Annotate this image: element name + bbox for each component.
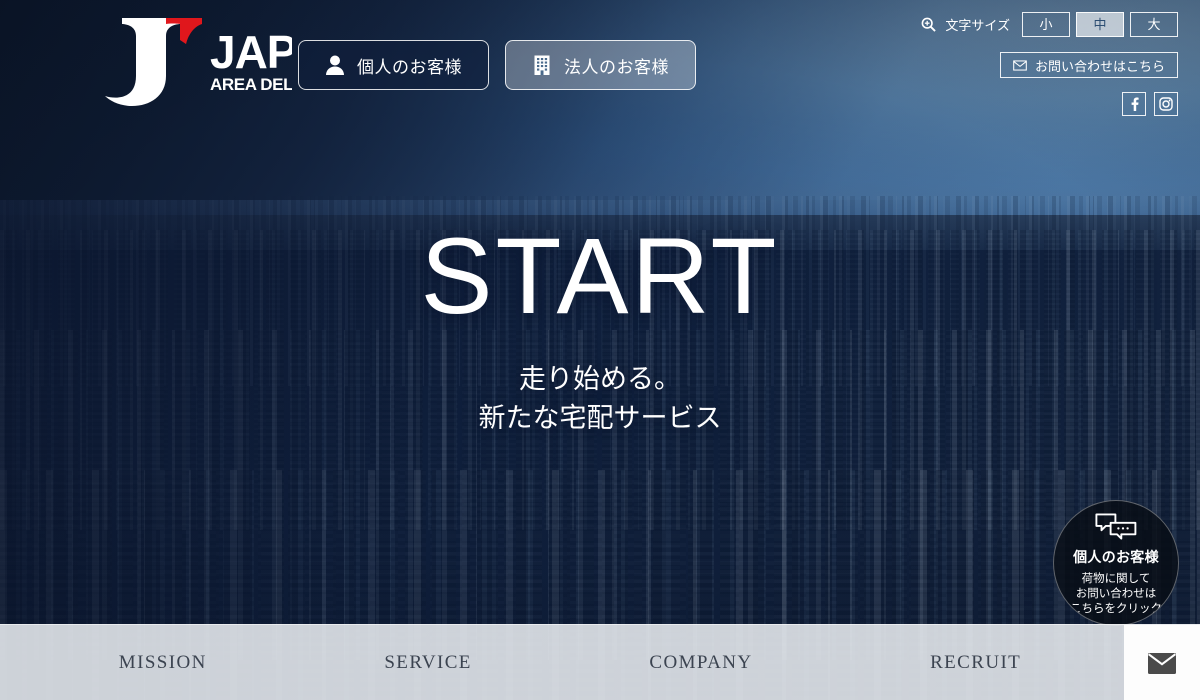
bottom-navigation: MISSION SERVICE COMPANY RECRUIT <box>0 624 1200 700</box>
envelope-icon <box>1013 59 1027 71</box>
individual-customer-label: 個人のお客様 <box>357 57 462 77</box>
nav-item-recruit[interactable]: RECRUIT <box>930 652 1021 674</box>
site-header: JAPAN AREA DELIVERY 個人のお客様 <box>0 0 1200 140</box>
hero-subtitle-line1: 走り始める。 <box>519 363 681 394</box>
font-size-control: 文字サイズ 小 中 大 <box>921 12 1178 37</box>
hero-subtitle: 走り始める。 新たな宅配サービス <box>479 360 722 438</box>
badge-line1: 荷物に関して <box>1081 573 1151 585</box>
font-size-label: 文字サイズ <box>945 18 1010 33</box>
svg-text:AREA DELIVERY: AREA DELIVERY <box>210 75 292 94</box>
font-size-small-button[interactable]: 小 <box>1022 12 1070 37</box>
building-icon <box>534 55 550 75</box>
envelope-icon <box>1148 652 1176 674</box>
instagram-icon <box>1159 97 1173 111</box>
contact-button[interactable]: お問い合わせはこちら <box>999 52 1178 78</box>
corporate-customer-button[interactable]: 法人のお客様 <box>505 40 696 90</box>
bottom-mail-button[interactable] <box>1124 625 1200 700</box>
hero-subtitle-line2: 新たな宅配サービス <box>478 403 722 433</box>
svg-text:JAPAN: JAPAN <box>210 26 292 78</box>
logo-mark-icon: JAPAN AREA DELIVERY <box>105 18 292 106</box>
bottom-nav-items: MISSION SERVICE COMPANY RECRUIT <box>0 625 1110 700</box>
corporate-customer-label: 法人のお客様 <box>564 57 669 77</box>
contact-button-label: お問い合わせはこちら <box>1034 58 1165 74</box>
site-logo[interactable]: JAPAN AREA DELIVERY <box>62 10 292 110</box>
instagram-link[interactable] <box>1154 92 1178 116</box>
nav-item-mission[interactable]: MISSION <box>119 652 207 674</box>
person-icon <box>326 55 344 75</box>
individual-inquiry-badge[interactable]: 個人のお客様 荷物に関して お問い合わせは こちらをクリック <box>1053 500 1179 626</box>
badge-line3: こちらをクリック <box>1070 603 1162 616</box>
hero-title: START <box>420 214 780 336</box>
individual-customer-button[interactable]: 個人のお客様 <box>298 40 489 90</box>
font-size-medium-button[interactable]: 中 <box>1076 12 1124 37</box>
font-size-large-button[interactable]: 大 <box>1130 12 1178 37</box>
customer-type-buttons: 個人のお客様 法人のお客様 <box>298 40 696 90</box>
social-links <box>1122 92 1178 116</box>
facebook-link[interactable] <box>1122 92 1146 116</box>
badge-title: 個人のお客様 <box>1073 549 1159 565</box>
facebook-icon <box>1131 97 1139 111</box>
nav-item-company[interactable]: COMPANY <box>649 652 752 674</box>
chat-bubbles-icon <box>1095 513 1137 540</box>
magnifier-icon <box>921 17 937 32</box>
page-root: START 走り始める。 新たな宅配サービス JAPAN AREA DELIVE… <box>0 0 1200 700</box>
badge-line2: お問い合わせは <box>1075 588 1157 601</box>
nav-item-service[interactable]: SERVICE <box>384 652 471 674</box>
font-size-buttons: 小 中 大 <box>1022 12 1178 37</box>
